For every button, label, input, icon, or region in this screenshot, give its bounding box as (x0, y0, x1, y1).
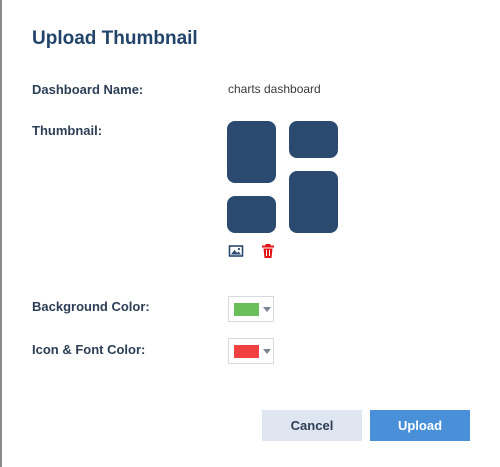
trash-icon[interactable] (260, 243, 276, 259)
upload-button[interactable]: Upload (370, 410, 470, 441)
thumbnail-tile (289, 171, 338, 233)
chevron-down-icon (263, 349, 271, 354)
image-icon[interactable] (228, 243, 244, 259)
icon-font-color-swatch (234, 345, 259, 358)
thumbnail-tile (289, 121, 338, 158)
thumbnail-tile (227, 121, 276, 183)
thumbnail-tile (227, 196, 276, 233)
cancel-button[interactable]: Cancel (262, 410, 362, 441)
dashboard-name-value: charts dashboard (228, 82, 321, 96)
icon-font-color-picker[interactable] (228, 338, 274, 364)
thumbnail-preview (227, 121, 339, 233)
dashboard-name-label: Dashboard Name: (32, 82, 144, 97)
icon-font-color-label: Icon & Font Color: (32, 342, 146, 357)
chevron-down-icon (263, 307, 271, 312)
background-color-label: Background Color: (32, 299, 150, 314)
background-color-swatch (234, 303, 259, 316)
dialog-title: Upload Thumbnail (32, 28, 198, 49)
upload-thumbnail-dialog: Upload Thumbnail Dashboard Name: charts … (2, 0, 500, 467)
thumbnail-label: Thumbnail: (32, 123, 103, 138)
background-color-picker[interactable] (228, 296, 274, 322)
